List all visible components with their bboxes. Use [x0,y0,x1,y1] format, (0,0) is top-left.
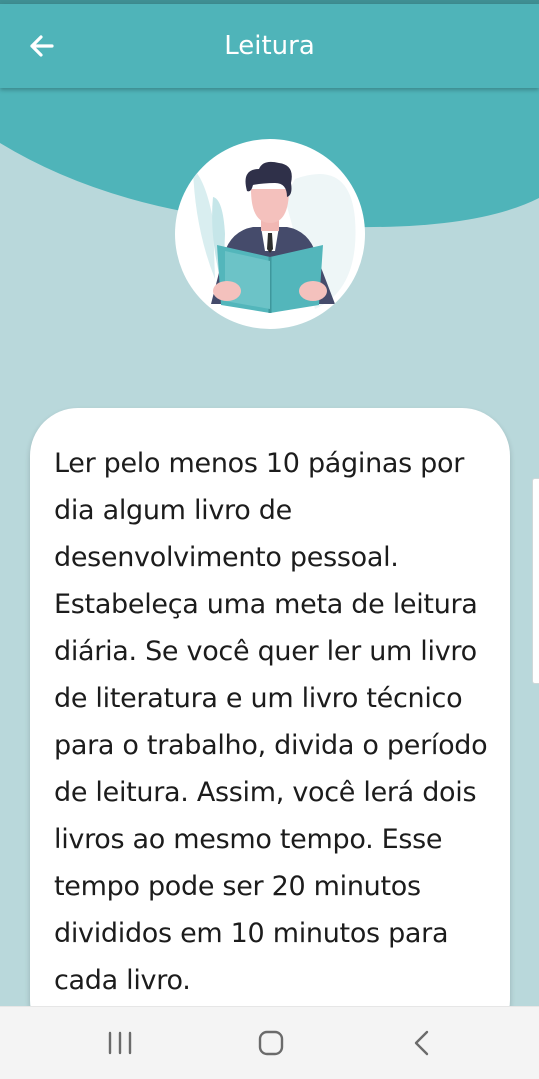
home-icon [258,1030,284,1056]
reading-illustration [175,139,365,329]
app-bar: Leitura [0,4,539,88]
page-title: Leitura [224,31,315,61]
recent-apps-button[interactable] [100,1025,140,1061]
scrollbar[interactable] [532,478,539,684]
content-card: Ler pelo menos 10 páginas por dia algum … [30,408,510,1048]
home-button[interactable] [250,1025,290,1061]
system-back-button[interactable] [402,1025,442,1061]
back-chevron-icon [414,1030,429,1056]
person-reading-book-icon [193,161,356,313]
system-navigation-bar [0,1006,539,1079]
content-text: Ler pelo menos 10 páginas por dia algum … [54,448,488,996]
recent-apps-icon [108,1031,132,1055]
